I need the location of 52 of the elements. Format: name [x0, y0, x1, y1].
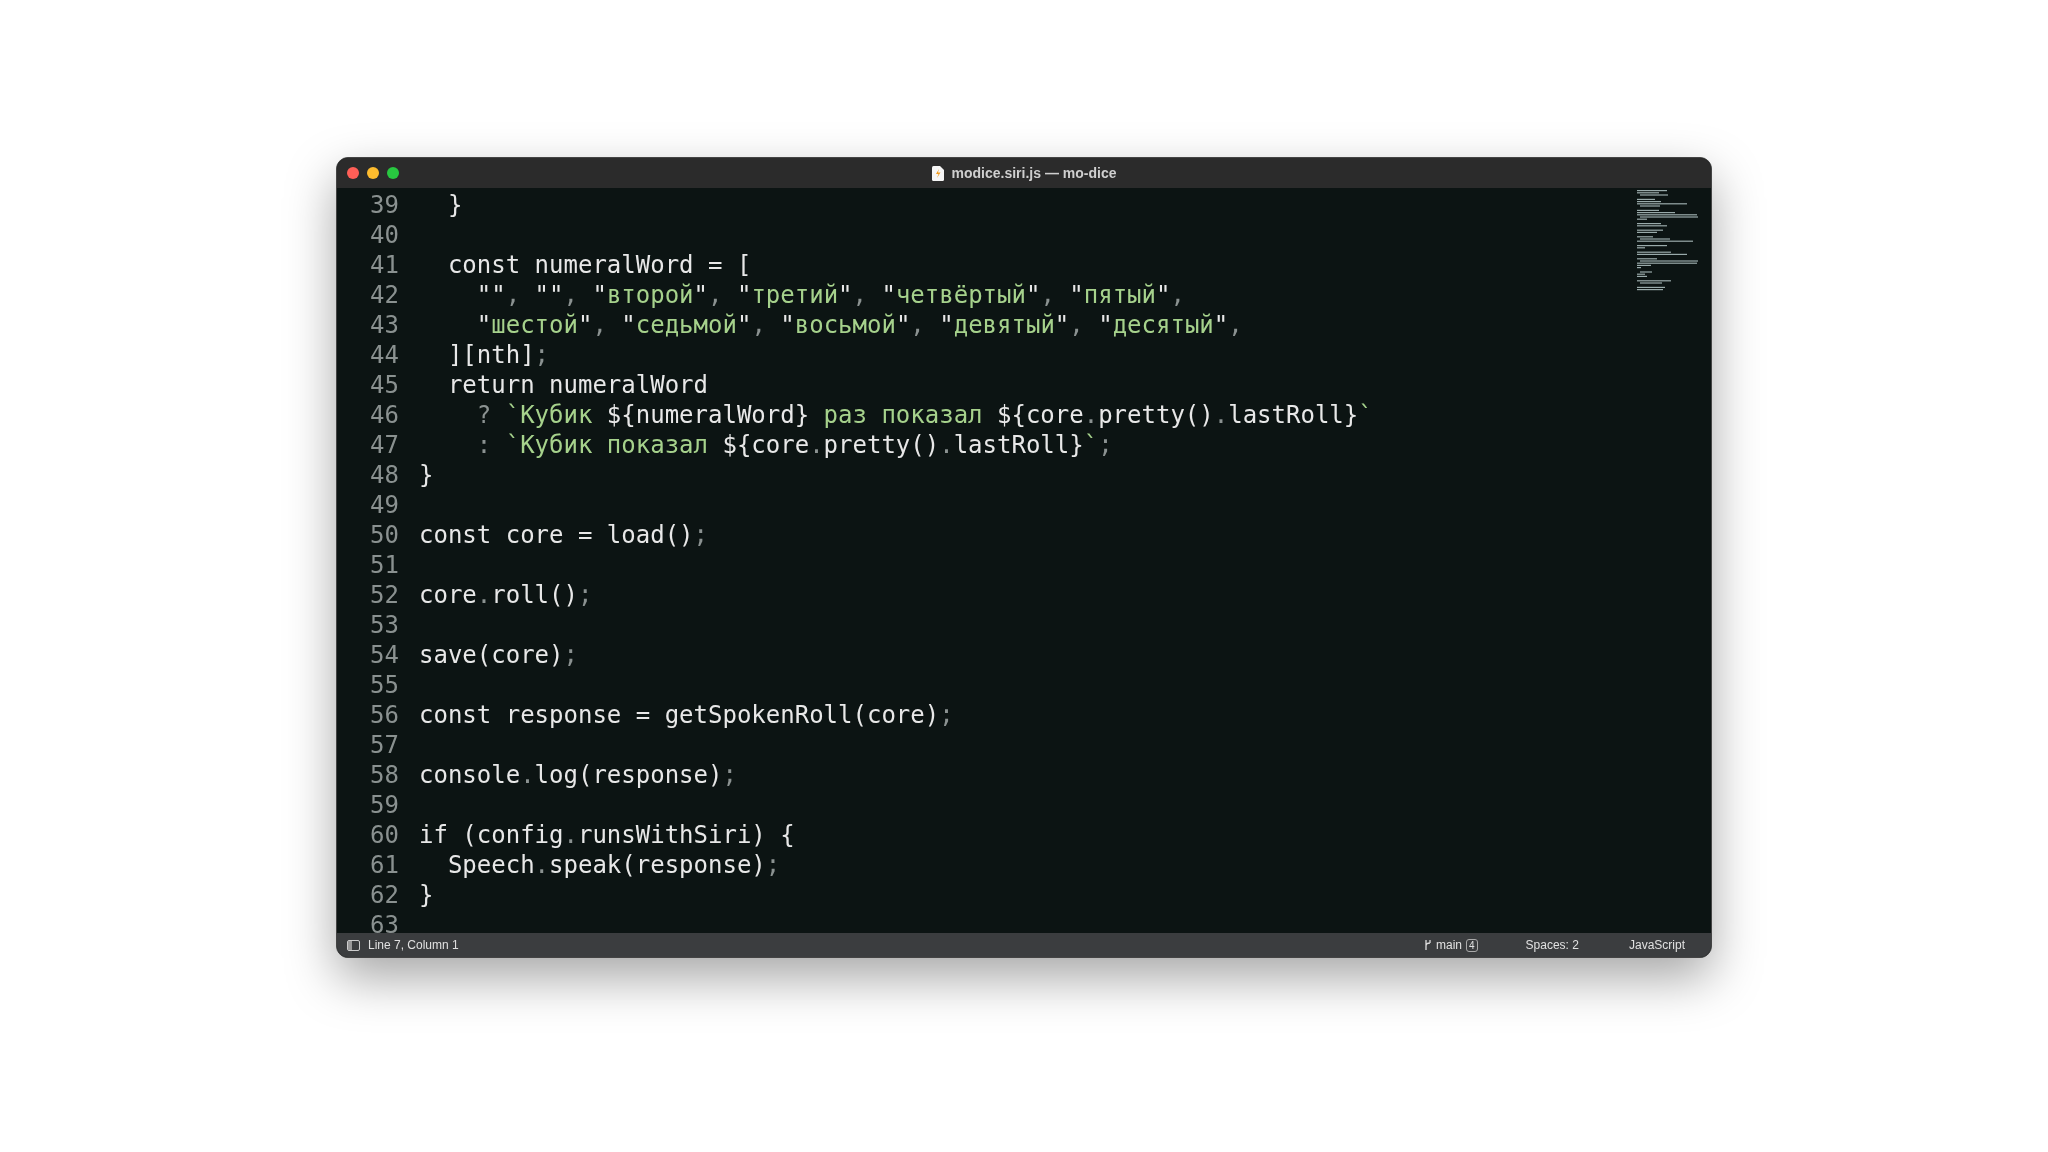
sidebar-icon[interactable] — [347, 939, 360, 951]
line-number: 42 — [369, 280, 399, 310]
line-number: 62 — [369, 880, 399, 910]
window-title: modice.siri.js — mo-dice — [951, 163, 1117, 183]
code-line: "", "", "второй", "третий", "четвёртый", "пятый", — [475, 280, 1185, 310]
close-button[interactable] — [347, 167, 359, 179]
indentation-setting[interactable]: Spaces: 2 — [1525, 936, 1579, 954]
code-line: Speech.speak(response); — [446, 850, 781, 880]
line-number: 41 — [369, 250, 399, 280]
code-line: save(core); — [419, 640, 578, 670]
line-number: 61 — [369, 850, 399, 880]
code-line: return numeralWord — [446, 370, 708, 400]
branch-name[interactable]: main — [1436, 936, 1463, 954]
minimize-button[interactable] — [367, 167, 379, 179]
line-number: 55 — [369, 670, 399, 700]
line-number: 46 — [369, 400, 399, 430]
code-line: console.log(response); — [419, 760, 737, 790]
line-number: 39 — [369, 190, 399, 220]
code-line: ? `Кубик ${numeralWord} раз показал ${core.pretty().lastRoll}` — [475, 400, 1373, 430]
line-number: 59 — [369, 790, 399, 820]
code-line: } — [446, 190, 463, 220]
language-mode[interactable]: JavaScript — [1628, 936, 1685, 954]
line-number: 43 — [369, 310, 399, 340]
code-line: const core = load(); — [419, 520, 708, 550]
line-number: 45 — [369, 370, 399, 400]
branch-count: 4 — [1466, 938, 1478, 952]
line-number: 56 — [369, 700, 399, 730]
line-number: 50 — [369, 520, 399, 550]
line-number: 53 — [369, 610, 399, 640]
line-number: 49 — [369, 490, 399, 520]
line-number: 52 — [369, 580, 399, 610]
code-line: } — [419, 460, 434, 490]
zoom-button[interactable] — [387, 167, 399, 179]
line-number: 58 — [369, 760, 399, 790]
line-number: 47 — [369, 430, 399, 460]
line-number: 51 — [369, 550, 399, 580]
code-line: core.roll(); — [419, 580, 593, 610]
line-number: 48 — [369, 460, 399, 490]
line-number: 40 — [369, 220, 399, 250]
code-line: : `Кубик показал ${core.pretty().lastRoll}`; — [475, 430, 1113, 460]
line-number: 44 — [369, 340, 399, 370]
code-line: const response = getSpokenRoll(core); — [419, 700, 954, 730]
branch-icon — [1424, 939, 1432, 951]
code-line: if (config.runsWithSiri) { — [419, 820, 795, 850]
code-line: ][nth]; — [446, 340, 550, 370]
line-number: 60 — [369, 820, 399, 850]
line-number: 57 — [369, 730, 399, 760]
code-line: } — [419, 880, 434, 910]
file-icon — [931, 165, 944, 181]
line-number: 54 — [369, 640, 399, 670]
code-line: const numeralWord = [ — [446, 250, 752, 280]
code-line: "шестой", "седьмой", "восьмой", "девятый", "десятый", — [475, 310, 1243, 340]
